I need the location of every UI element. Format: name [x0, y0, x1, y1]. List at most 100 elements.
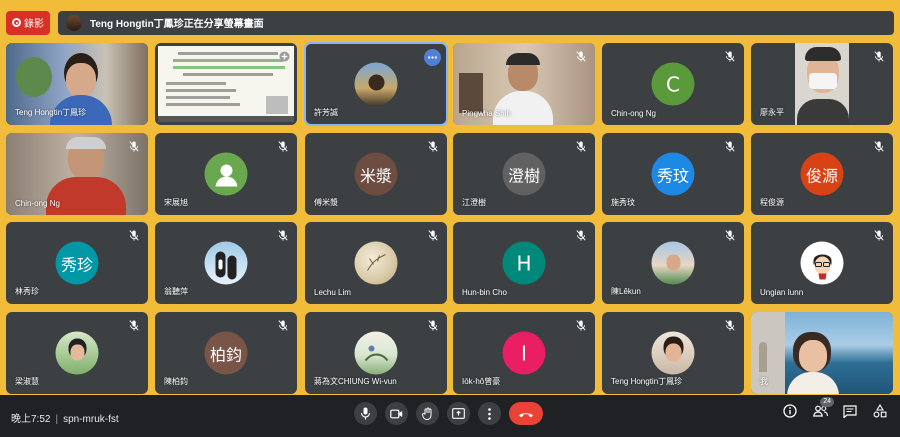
more-options-icon — [488, 407, 491, 420]
participant-tile[interactable]: 蔣為文CHIUNG Wi-vun — [305, 312, 447, 394]
participant-avatar — [204, 152, 248, 196]
participant-name: 傅米漿 — [314, 198, 338, 207]
participant-avatar: 柏鈞 — [204, 331, 248, 375]
mic-off-icon — [576, 230, 586, 241]
participant-tile[interactable]: 廖永平 — [751, 43, 893, 125]
participant-name: Chin-ong Ng — [15, 199, 60, 208]
mic-off-icon — [278, 141, 288, 152]
participant-name: Hun-bin Cho — [462, 288, 507, 297]
participant-tile[interactable]: H Hun-bin Cho — [453, 222, 595, 304]
presenter-avatar — [66, 14, 82, 31]
participant-name: 梁淑慧 — [15, 377, 39, 386]
raise-hand-icon — [421, 407, 431, 420]
participant-tile[interactable]: 梁淑慧 — [6, 312, 148, 394]
mic-off-icon — [874, 141, 884, 152]
participant-tile[interactable]: C Chin-ong Ng — [602, 43, 744, 125]
mic-off-icon — [278, 230, 288, 241]
current-time: 晚上7:52 — [11, 414, 51, 425]
participant-name: 宋展旭 — [164, 198, 188, 207]
raise-hand-button[interactable] — [416, 402, 439, 425]
participant-avatar — [55, 331, 99, 375]
separator: | — [55, 414, 59, 425]
bottom-toolbar: 晚上7:52 | spn-mruk-fst 24 — [0, 395, 900, 437]
mic-icon — [360, 407, 371, 420]
present-button[interactable] — [447, 402, 470, 425]
info-icon — [783, 404, 797, 418]
participant-tile[interactable]: Ungian Iunn — [751, 222, 893, 304]
participant-tile[interactable]: 許芳誠 — [304, 42, 448, 126]
chat-button[interactable] — [842, 403, 858, 419]
call-controls — [354, 402, 543, 425]
presenter-banner: Teng Hongtin丁鳳珍正在分享螢幕畫面 — [58, 10, 894, 35]
participant-tile[interactable]: Teng Hongtin丁鳳珍 — [6, 43, 148, 125]
activities-icon — [873, 404, 887, 418]
meeting-details-button[interactable] — [782, 403, 798, 419]
participant-avatar — [800, 241, 844, 285]
participant-name: 陳柏鈞 — [164, 377, 188, 386]
self-video — [751, 312, 893, 394]
participant-name: Chin-ong Ng — [611, 109, 656, 118]
participant-avatar: 秀玟 — [651, 152, 695, 196]
participant-tile[interactable]: Lechu Lim — [305, 222, 447, 304]
participant-tile[interactable]: 翁聽萍 — [155, 222, 297, 304]
activities-button[interactable] — [872, 403, 888, 419]
participant-name: Teng Hongtin丁鳳珍 — [15, 108, 87, 117]
participant-avatar: 米漿 — [354, 152, 398, 196]
mic-off-icon — [278, 320, 288, 331]
participant-tile[interactable]: 秀玟 施秀玟 — [602, 133, 744, 215]
mic-off-icon — [725, 230, 735, 241]
meeting-code: spn-mruk-fst — [63, 414, 119, 425]
participant-tile[interactable]: 柏鈞 陳柏鈞 — [155, 312, 297, 394]
participant-name: 許芳誠 — [314, 108, 338, 117]
meeting-info: 晚上7:52 | spn-mruk-fst — [11, 410, 119, 425]
mic-off-icon — [129, 141, 139, 152]
mic-off-icon — [428, 230, 438, 241]
participant-avatar: 澄樹 — [502, 152, 546, 196]
participant-avatar: 秀珍 — [55, 241, 99, 285]
participant-name: Lechu Lim — [314, 288, 351, 297]
self-view-tile[interactable]: 我 — [751, 312, 893, 394]
participant-tile[interactable]: Chin-ong Ng — [6, 133, 148, 215]
participant-tile[interactable]: Pingwha Shih — [453, 43, 595, 125]
participant-avatar: H — [502, 241, 546, 285]
participant-name: Iōk-hô曾豪 — [462, 377, 501, 386]
record-button[interactable]: 錄影 — [6, 10, 50, 35]
participant-name: 蔣為文CHIUNG Wi-vun — [314, 377, 397, 386]
camera-icon — [390, 409, 403, 418]
participant-avatar: I — [502, 331, 546, 375]
participant-avatar — [354, 62, 398, 106]
participant-count-badge: 24 — [820, 397, 834, 407]
mic-off-icon — [428, 141, 438, 152]
camera-button[interactable] — [385, 402, 408, 425]
present-icon — [452, 408, 465, 419]
more-options-button[interactable] — [478, 402, 501, 425]
participant-name: 廖永平 — [760, 108, 784, 117]
mic-off-icon — [725, 51, 735, 62]
record-label: 錄影 — [24, 19, 44, 30]
participant-tile[interactable]: 宋展旭 — [155, 133, 297, 215]
participant-tile[interactable]: 米漿 傅米漿 — [305, 133, 447, 215]
mic-off-icon — [129, 320, 139, 331]
mic-off-icon — [725, 141, 735, 152]
mic-off-icon — [428, 320, 438, 331]
people-button[interactable]: 24 — [812, 397, 834, 419]
mic-button[interactable] — [354, 402, 377, 425]
participant-name: Ungian Iunn — [760, 288, 804, 297]
participant-tile[interactable]: 俊源 程俊源 — [751, 133, 893, 215]
mic-off-icon — [576, 141, 586, 152]
end-call-button[interactable] — [509, 402, 543, 425]
side-controls: 24 — [782, 397, 888, 419]
participant-name: 翁聽萍 — [164, 287, 188, 296]
participant-tile[interactable]: 澄樹 江澄樹 — [453, 133, 595, 215]
participant-tile[interactable]: I Iōk-hô曾豪 — [453, 312, 595, 394]
participant-avatar — [204, 241, 248, 285]
participant-avatar — [354, 241, 398, 285]
mic-off-icon — [576, 320, 586, 331]
participant-tile[interactable]: Teng Hongtin丁鳳珍 — [602, 312, 744, 394]
participant-avatar: 俊源 — [800, 152, 844, 196]
participant-tile[interactable]: 陳Lêkun — [602, 222, 744, 304]
presentation-tile[interactable] — [155, 43, 297, 125]
participant-name: 江澄樹 — [462, 198, 486, 207]
participant-tile[interactable]: 秀珍 林秀珍 — [6, 222, 148, 304]
more-options-icon[interactable] — [424, 49, 441, 66]
